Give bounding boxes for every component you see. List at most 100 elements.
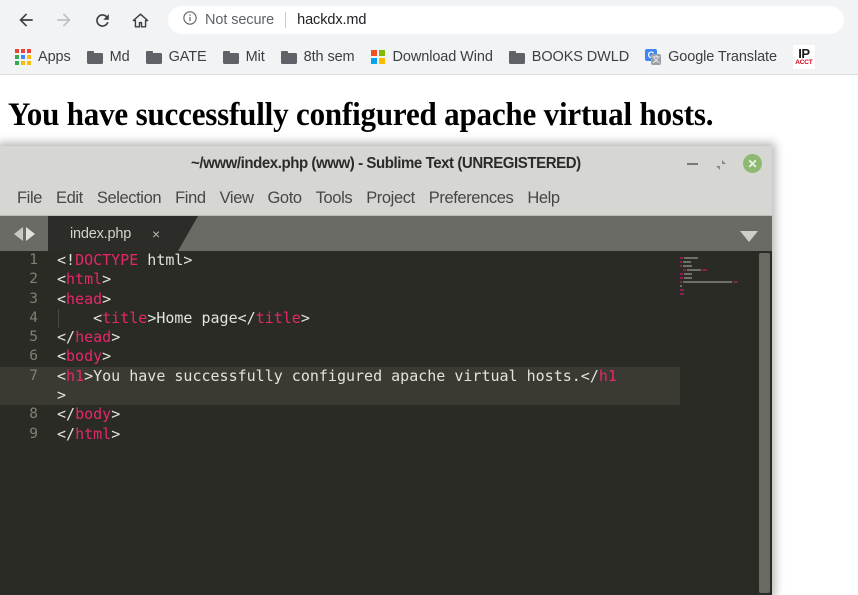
code-line[interactable]: 7 <h1>You have successfully configured ap… (0, 366, 680, 387)
minimap-line (683, 265, 692, 267)
minimap-line (683, 269, 686, 271)
code-line[interactable]: 9 </html> (0, 425, 680, 444)
windows-logo-icon (370, 49, 386, 65)
close-glyph: ✕ (747, 156, 758, 171)
minimap-line (680, 277, 683, 279)
apps-grid-icon (15, 49, 31, 65)
bookmark-google-translate[interactable]: G文 Google Translate (638, 44, 784, 70)
bookmark-label: Apps (38, 49, 71, 65)
minimap-line (684, 257, 698, 259)
bookmark-label: 8th sem (303, 49, 355, 65)
minimap-line (680, 261, 682, 263)
tab-close-icon[interactable]: × (152, 216, 160, 251)
tab-nav-arrows[interactable] (0, 216, 48, 251)
reload-button[interactable] (86, 4, 118, 36)
scrollbar-thumb[interactable] (759, 253, 770, 593)
menu-item-file[interactable]: File (10, 187, 49, 210)
forward-button[interactable] (48, 4, 80, 36)
sublime-titlebar[interactable]: ~/www/index.php (www) - Sublime Text (UN… (0, 146, 772, 181)
code-line[interactable]: 6 <body> (0, 347, 680, 366)
code-area[interactable]: 1 <!DOCTYPE html> 2 <html> 3 <head> 4 <title>H… (0, 251, 680, 595)
code-text: <h1>You have successfully configured apa… (47, 366, 680, 387)
folder-icon (145, 50, 162, 64)
bookmark-8th-sem[interactable]: 8th sem (274, 44, 362, 70)
minimap-line (680, 281, 682, 283)
minimap-line (680, 257, 683, 259)
sublime-tabbar: index.php × (0, 216, 772, 251)
code-line[interactable]: 4 <title>Home page</title> (0, 308, 680, 329)
minimap-line (683, 261, 691, 263)
minimap-line (683, 281, 732, 283)
bookmark-md[interactable]: Md (80, 44, 137, 70)
line-number: 4 (29, 309, 38, 326)
code-line[interactable]: > (0, 386, 680, 406)
menu-item-edit[interactable]: Edit (49, 187, 90, 210)
minimap[interactable] (680, 257, 754, 595)
code-line[interactable]: 2 <html> (0, 270, 680, 289)
code-line[interactable]: 1 <!DOCTYPE html> (0, 251, 680, 270)
menu-item-help[interactable]: Help (520, 187, 566, 210)
tab-prev-arrow-icon[interactable] (13, 226, 23, 241)
code-text: </html> (57, 424, 121, 443)
code-text: <body> (57, 347, 112, 366)
sublime-editor[interactable]: 1 <!DOCTYPE html> 2 <html> 3 <head> 4 <title>H… (0, 251, 772, 595)
line-number: 6 (29, 348, 38, 365)
close-icon[interactable]: ✕ (743, 154, 762, 173)
line-number: 9 (29, 425, 38, 442)
minimap-line (733, 281, 738, 283)
line-number: 7 (0, 366, 47, 387)
indent-guide (58, 308, 59, 329)
code-text: > (47, 386, 680, 406)
code-line[interactable]: 3 <head> (0, 290, 680, 309)
bookmark-label: Md (109, 49, 130, 65)
folder-icon (508, 50, 525, 64)
editor-scrollbar[interactable] (758, 251, 772, 595)
bookmark-ip-acct[interactable]: IP ACCT (786, 44, 822, 70)
bookmark-mit[interactable]: Mit (216, 44, 272, 70)
menu-item-find[interactable]: Find (168, 187, 213, 210)
line-number: 5 (29, 329, 38, 346)
bookmark-apps[interactable]: Apps (8, 44, 78, 70)
menu-item-tools[interactable]: Tools (309, 187, 360, 210)
menu-item-project[interactable]: Project (359, 187, 422, 210)
minimize-icon[interactable] (686, 157, 699, 170)
line-number: 2 (29, 271, 38, 288)
menu-item-goto[interactable]: Goto (261, 187, 309, 210)
bookmark-gate[interactable]: GATE (139, 44, 214, 70)
bookmarks-bar: Apps Md GATE Mit 8th sem Download Wind B… (0, 40, 858, 74)
back-button[interactable] (10, 4, 42, 36)
folder-icon (86, 50, 103, 64)
line-number (0, 386, 47, 406)
omnibox-divider (285, 12, 287, 28)
home-button[interactable] (124, 4, 156, 36)
url-text: hackdx.md (297, 12, 367, 28)
google-translate-icon: G文 (645, 49, 662, 65)
tab-index-php[interactable]: index.php × (48, 216, 198, 251)
bookmark-download-windows[interactable]: Download Wind (364, 44, 500, 70)
bookmark-books-dwld[interactable]: BOOKS DWLD (502, 44, 636, 70)
code-line[interactable]: 8 </body> (0, 405, 680, 424)
code-line[interactable]: 5 </head> (0, 328, 680, 347)
address-bar[interactable]: Not secure hackdx.md (168, 6, 844, 34)
code-text: </body> (57, 405, 121, 424)
info-circle-icon[interactable] (182, 10, 198, 31)
tab-next-arrow-icon[interactable] (25, 226, 35, 241)
minimap-line (680, 285, 682, 287)
tab-label: index.php (70, 225, 132, 242)
back-arrow-icon (16, 10, 36, 30)
minimap-line (684, 273, 692, 275)
minimap-line (684, 277, 692, 279)
maximize-icon[interactable] (715, 158, 727, 170)
minimap-line (687, 269, 701, 271)
window-controls: ✕ (686, 146, 762, 181)
menu-item-selection[interactable]: Selection (90, 187, 168, 210)
minimap-line (702, 269, 707, 271)
chevron-down-icon[interactable] (740, 231, 758, 242)
bookmark-label: Mit (245, 49, 265, 65)
menu-item-preferences[interactable]: Preferences (422, 187, 521, 210)
menu-item-view[interactable]: View (213, 187, 261, 210)
minimap-line (680, 293, 684, 295)
line-number: 3 (29, 290, 38, 307)
sublime-menubar: File Edit Selection Find View Goto Tools… (0, 181, 772, 216)
bookmark-label: BOOKS DWLD (531, 49, 630, 65)
